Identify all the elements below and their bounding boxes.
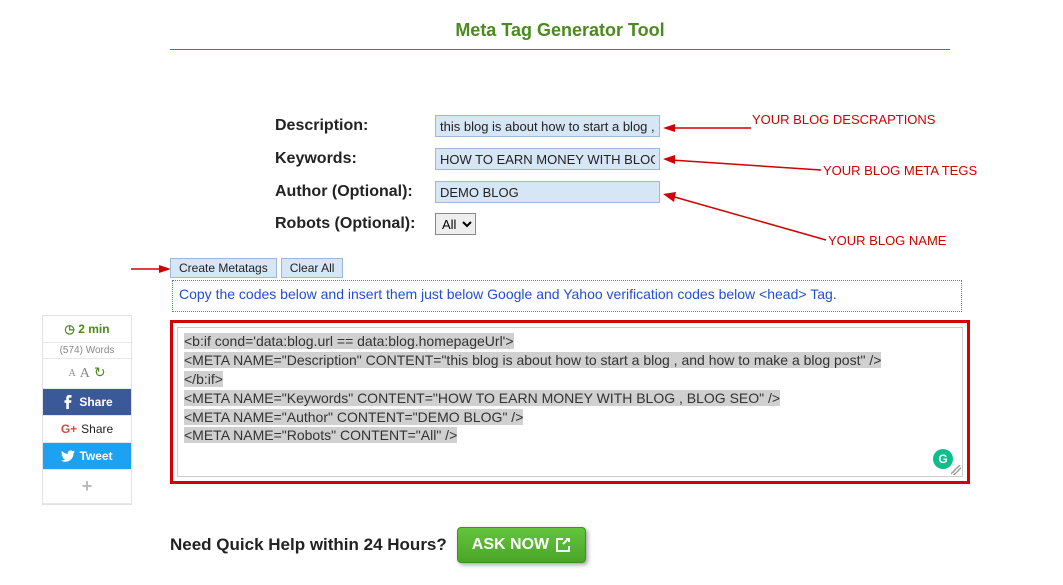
input-keywords[interactable] [435, 148, 660, 170]
instruction-text: Copy the codes below and insert them jus… [172, 280, 962, 312]
external-link-icon [555, 537, 571, 553]
input-description[interactable] [435, 115, 660, 137]
page-title: Meta Tag Generator Tool [170, 20, 950, 50]
label-robots: Robots (Optional): [275, 215, 435, 233]
font-large-icon[interactable]: A [80, 366, 90, 382]
resize-handle-icon[interactable] [951, 465, 961, 475]
output-textarea[interactable]: <b:if cond='data:blog.url == data:blog.h… [177, 327, 963, 477]
help-row: Need Quick Help within 24 Hours? ASK NOW [170, 527, 586, 563]
input-author[interactable] [435, 181, 660, 203]
ask-now-button[interactable]: ASK NOW [457, 527, 586, 563]
arrow-icon [663, 192, 828, 249]
row-robots: Robots (Optional): All [275, 213, 476, 235]
label-description: Description: [275, 117, 435, 135]
plus-icon: + [82, 476, 93, 497]
refresh-icon[interactable]: ↻ [94, 365, 106, 382]
label-keywords: Keywords: [275, 150, 435, 168]
button-row: Create Metatags Clear All [170, 258, 343, 278]
facebook-icon [61, 395, 75, 409]
arrow-icon [131, 261, 171, 279]
font-small-icon[interactable]: A [68, 368, 75, 379]
grammarly-icon[interactable]: G [933, 449, 953, 469]
arrow-icon [663, 155, 823, 180]
twitter-tweet-button[interactable]: Tweet [43, 443, 131, 470]
google-plus-share-button[interactable]: G+ Share [43, 416, 131, 443]
google-plus-icon: G+ [61, 422, 77, 436]
create-metatags-button[interactable]: Create Metatags [170, 258, 277, 278]
clock-icon: ◷ [64, 322, 74, 336]
annotation-description: YOUR BLOG DESCRAPTIONS [752, 112, 935, 127]
annotation-tags: YOUR BLOG META TEGS [823, 163, 977, 178]
facebook-share-button[interactable]: Share [43, 389, 131, 416]
clear-all-button[interactable]: Clear All [281, 258, 344, 278]
select-robots[interactable]: All [435, 213, 476, 235]
row-keywords: Keywords: [275, 148, 660, 170]
label-author: Author (Optional): [275, 183, 435, 201]
row-description: Description: [275, 115, 660, 137]
annotation-name: YOUR BLOG NAME [828, 233, 946, 248]
word-count: (574) Words [43, 343, 131, 359]
font-size-controls[interactable]: A A ↻ [43, 359, 131, 389]
arrow-icon [663, 120, 753, 138]
ask-now-label: ASK NOW [472, 536, 549, 554]
row-author: Author (Optional): [275, 181, 660, 203]
add-share-button[interactable]: + [43, 470, 131, 504]
share-sidebar: ◷ 2 min (574) Words A A ↻ Share G+ Share… [42, 315, 132, 505]
reading-time: ◷ 2 min [43, 316, 131, 343]
help-text: Need Quick Help within 24 Hours? [170, 535, 447, 555]
twitter-icon [61, 449, 75, 463]
output-box: <b:if cond='data:blog.url == data:blog.h… [170, 320, 970, 484]
